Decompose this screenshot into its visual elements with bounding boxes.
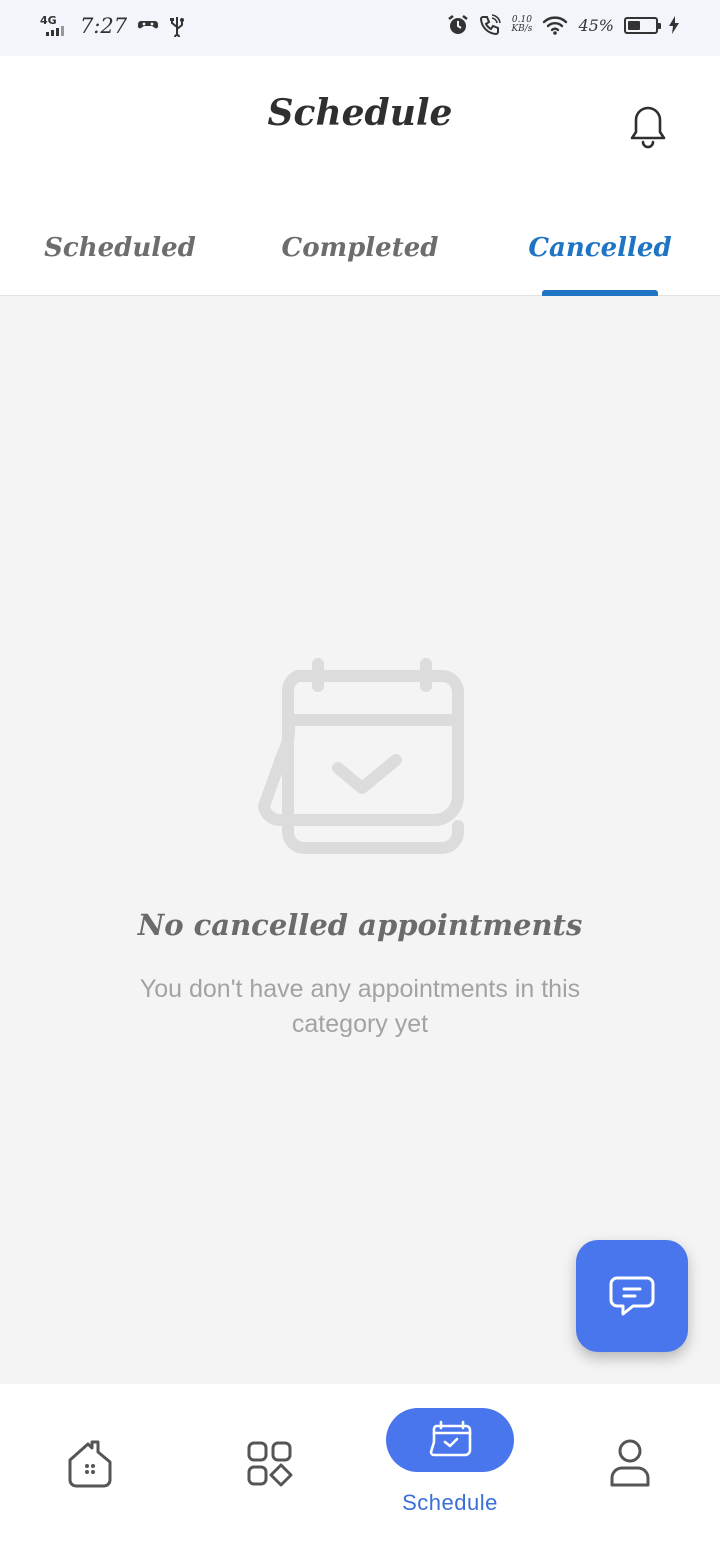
bottom-navigation: Schedule [0, 1384, 720, 1544]
chat-fab-button[interactable] [576, 1240, 688, 1352]
battery-fill [628, 20, 640, 30]
status-bar: 4G 7:27 0.10 KB/s 45% [0, 0, 720, 56]
tab-scheduled[interactable]: Scheduled [20, 226, 220, 296]
page-title: Schedule [267, 92, 453, 134]
status-right: 0.10 KB/s 45% [447, 14, 680, 36]
charging-icon [669, 16, 679, 34]
wifi-calling-icon [480, 14, 502, 36]
nav-home[interactable] [40, 1384, 140, 1544]
wifi-icon [543, 16, 568, 35]
empty-state-title: No cancelled appointments [137, 908, 583, 942]
cellular-signal-icon: 4G [40, 14, 70, 38]
usb-icon [170, 17, 185, 37]
notification-bell-icon[interactable] [628, 104, 668, 150]
app-header: Schedule Scheduled Completed Cancelled [0, 56, 720, 296]
home-icon [68, 1440, 112, 1488]
nav-apps[interactable] [220, 1384, 320, 1544]
empty-calendar-icon [258, 658, 464, 854]
battery-percent: 45% [578, 15, 614, 35]
network-speed: 0.10 KB/s [511, 16, 532, 34]
nav-profile[interactable] [580, 1384, 680, 1544]
empty-state-subtitle: You don't have any appointments in this … [139, 975, 581, 1038]
schedule-tabs: Scheduled Completed Cancelled [0, 226, 720, 296]
chat-bubble-icon [609, 1276, 655, 1316]
alarm-icon [448, 15, 469, 34]
nav-schedule-pill [386, 1408, 514, 1472]
nav-schedule[interactable]: Schedule [380, 1384, 520, 1544]
calendar-check-icon [429, 1420, 472, 1457]
status-time: 7:27 [80, 14, 128, 38]
apps-grid-icon [247, 1441, 293, 1487]
nav-schedule-label: Schedule [402, 1490, 498, 1515]
status-left: 4G 7:27 [40, 14, 185, 38]
battery-icon [624, 16, 661, 34]
game-controller-icon [138, 21, 159, 29]
person-icon [610, 1439, 650, 1487]
tab-cancelled[interactable]: Cancelled [500, 226, 700, 296]
tab-completed[interactable]: Completed [260, 226, 460, 296]
active-tab-indicator [542, 290, 658, 296]
network-speed-unit: KB/s [511, 24, 533, 34]
